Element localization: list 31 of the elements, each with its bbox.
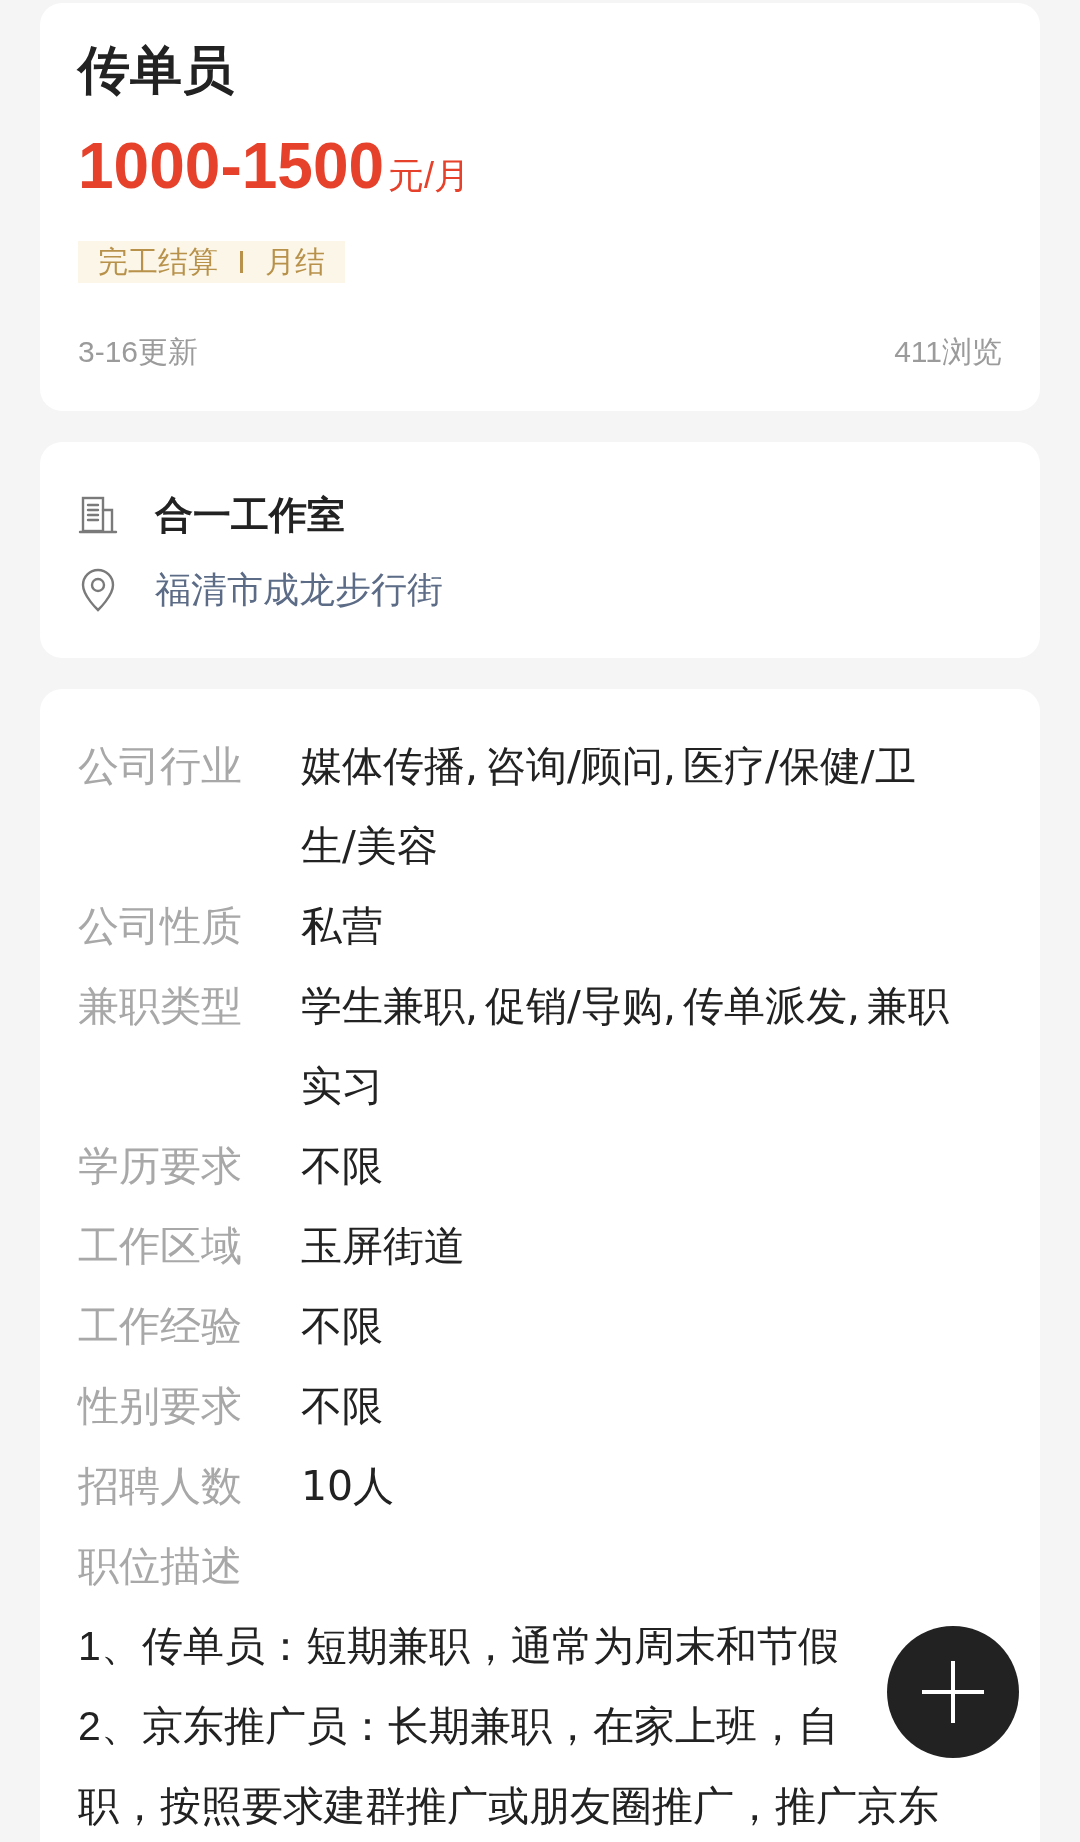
salary-unit: 元/月 — [388, 154, 471, 198]
view-count: 411浏览 — [894, 334, 1002, 370]
detail-value: 不限 — [301, 1381, 384, 1432]
detail-value: 学生兼职, 促销/导购, 传单派发, 兼职实习 — [301, 981, 950, 1112]
detail-label: 招聘人数 — [78, 1462, 243, 1511]
tag-label: 完工结算 — [98, 244, 218, 280]
plus-icon — [922, 1661, 984, 1723]
detail-value: 玉屏街道 — [301, 1221, 466, 1272]
detail-value: 不限 — [301, 1301, 384, 1352]
tag-label: 月结 — [265, 244, 325, 280]
update-date: 3-16更新 — [78, 334, 199, 370]
detail-label: 公司行业 — [78, 742, 243, 791]
detail-label: 学历要求 — [78, 1142, 243, 1191]
description-text: 2、京东推广员：长期兼职，在家上班，自 — [78, 1703, 839, 1749]
detail-label: 兼职类型 — [78, 982, 243, 1031]
salary-amount: 1000-1500 — [78, 129, 385, 204]
detail-value: 私营 — [301, 901, 384, 952]
detail-label: 工作区域 — [78, 1222, 243, 1271]
detail-value: 10人 — [301, 1461, 396, 1512]
detail-value: 媒体传播, 咨询/顾问, 医疗/保健/卫生/美容 — [301, 741, 917, 872]
company-name[interactable]: 合一工作室 — [155, 490, 345, 540]
description-text: 职，按照要求建群推广或朋友圈推广，推广京东 — [78, 1783, 939, 1829]
detail-label: 公司性质 — [78, 902, 243, 951]
detail-label: 工作经验 — [78, 1302, 243, 1351]
detail-label: 职位描述 — [78, 1543, 242, 1589]
job-title: 传单员 — [78, 41, 234, 99]
description-text: 1、传单员：短期兼职，通常为周末和节假 — [78, 1623, 839, 1669]
building-icon — [78, 495, 118, 535]
company-address[interactable]: 福清市成龙步行街 — [155, 565, 443, 615]
detail-label: 性别要求 — [78, 1382, 243, 1431]
detail-value: 不限 — [301, 1141, 384, 1192]
